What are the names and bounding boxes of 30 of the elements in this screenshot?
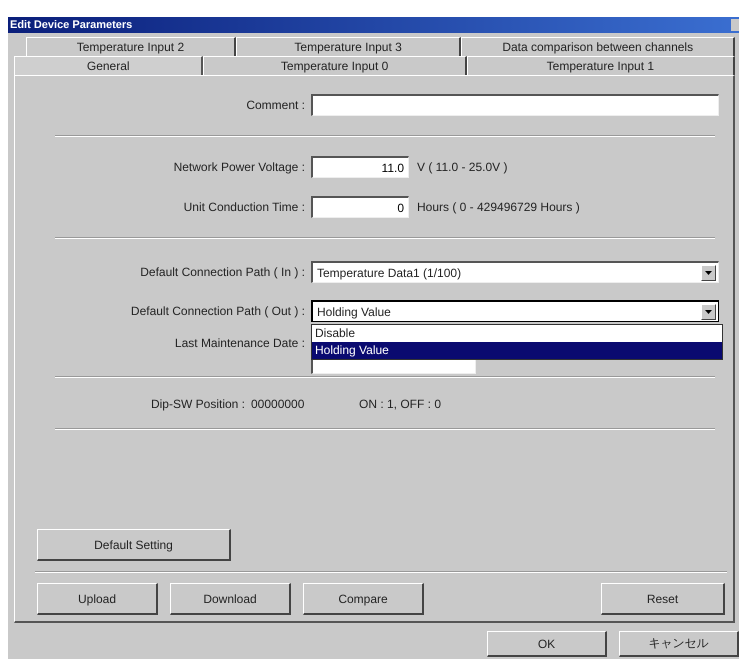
tab[interactable]: Temperature Input 2 [26,37,236,56]
dip-switch-legend: ON : 1, OFF : 0 [359,397,442,411]
field-label: Network Power Voltage : [172,160,306,174]
window-title: Edit Device Parameters [10,19,132,31]
tab[interactable]: Temperature Input 1 [466,56,735,75]
dropdown-option[interactable]: Disable [312,325,722,342]
field-label: Comment : [245,98,306,112]
field-label: Default Connection Path ( Out ) : [130,304,306,318]
action-button[interactable]: Reset [601,583,725,615]
field-label: Default Connection Path ( In ) : [139,265,306,279]
tab[interactable]: Temperature Input 0 [203,56,467,75]
action-button[interactable]: Upload [37,583,158,615]
voltage-field[interactable]: 11.0 [311,156,409,178]
action-button[interactable]: Compare [303,583,424,615]
tab[interactable]: Data comparison between channels [461,37,735,56]
field-label: Last Maintenance Date : [174,336,306,350]
action-button[interactable]: Download [170,583,291,615]
tab[interactable]: General [14,56,204,75]
range-text: Hours ( 0 - 429496729 Hours ) [416,200,580,214]
range-text: V ( 11.0 - 25.0V ) [416,160,508,174]
field-label: Dip-SW Position : [150,397,246,411]
tab[interactable]: Temperature Input 3 [236,37,462,56]
default-setting-button[interactable]: Default Setting [37,529,231,561]
conduction-time-field[interactable]: 0 [311,196,409,218]
dropdown-option[interactable]: Holding Value [312,342,722,359]
dialog-button[interactable]: OK [487,631,607,657]
dropdown[interactable]: Temperature Data1 (1/100) [311,261,719,283]
dialog-button[interactable]: キャンセル [619,631,739,657]
dip-switch-value: 00000000 [251,397,306,411]
field-label: Unit Conduction Time : [182,200,306,214]
